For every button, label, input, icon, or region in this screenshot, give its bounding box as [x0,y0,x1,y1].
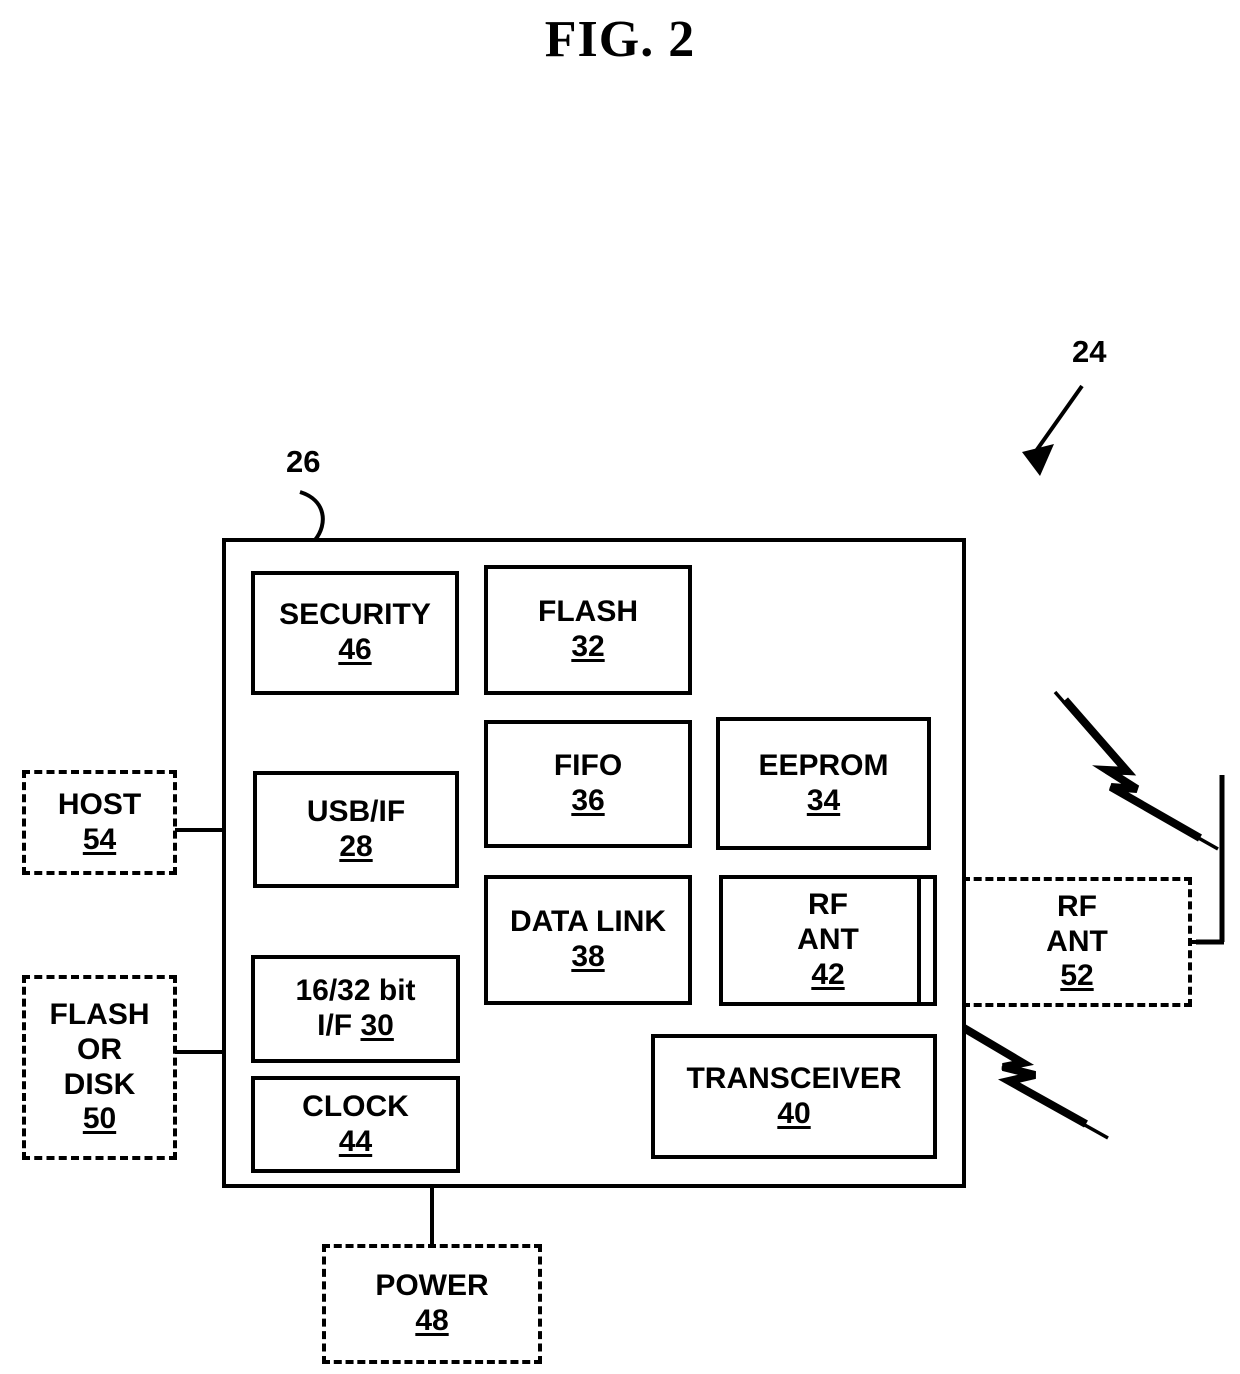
chip-block-16-32-bit-if[interactable]: 16/32 bit I/F 30 [251,955,460,1063]
leader-arrow-icon [1022,384,1084,476]
chip-block-transceiver-label: TRANSCEIVER [686,1061,902,1095]
leader-hook-icon [299,490,325,542]
external-block-rf-ant-52[interactable]: RF ANT 52 [962,877,1192,1007]
chip-block-clock-ref: 44 [338,1124,373,1158]
external-block-flash-or-disk-label-2: OR [77,1032,122,1066]
chip-block-security-ref: 46 [338,633,372,666]
external-block-flash-or-disk-label-3: DISK [63,1067,136,1101]
chip-block-flash-ref: 32 [571,630,605,663]
chip-block-data-link-ref: 38 [571,940,605,973]
connector-rfant52-to-antenna [1188,940,1224,944]
antenna-icon [1196,775,1225,945]
chip-block-usb-if[interactable]: USB/IF 28 [253,771,459,888]
connector-flashdisk-to-chip [175,1050,226,1054]
chip-block-rf-ant-42-label-2: ANT [797,923,859,957]
chip-block-eeprom-ref: 34 [806,783,841,817]
chip-block-eeprom-label: EEPROM [758,748,889,782]
external-block-rf-ant-52-label-1: RF [1057,889,1097,923]
chip-block-security[interactable]: SECURITY 46 [251,571,459,695]
chip-block-data-link-label: DATA LINK [509,905,667,939]
chip-block-flash-label: FLASH [538,595,638,629]
chip-block-rf-ant-42-ref: 42 [811,957,845,991]
reference-numeral-26: 26 [286,444,321,479]
chip-block-fifo-ref: 36 [571,784,605,817]
connector-host-to-chip [175,828,226,832]
external-block-host-ref: 54 [82,822,117,856]
chip-block-clock[interactable]: CLOCK 44 [251,1076,460,1173]
rf-ant-42-feed-divider [917,879,921,1002]
chip-block-rf-ant-42[interactable]: RF ANT 42 [719,875,937,1006]
external-block-rf-ant-52-ref: 52 [1060,959,1094,993]
external-block-rf-ant-52-label-2: ANT [1046,924,1108,958]
external-block-power-label: POWER [375,1269,489,1303]
external-block-host[interactable]: HOST 54 [22,770,177,875]
chip-block-eeprom[interactable]: EEPROM 34 [716,717,931,850]
chip-block-16-32-bit-if-prefix: I/F [317,1009,361,1042]
external-block-flash-or-disk-label-1: FLASH [49,997,150,1031]
external-block-power-ref: 48 [415,1304,449,1337]
chip-block-16-32-bit-if-sublabel: I/F 30 [317,1009,394,1044]
chip-block-flash[interactable]: FLASH 32 [484,565,692,695]
chip-block-transceiver[interactable]: TRANSCEIVER 40 [651,1034,937,1159]
chip-block-16-32-bit-if-label: 16/32 bit [295,974,416,1008]
figure-canvas: FIG. 2 24 26 HOST 54 FLASH OR DISK 50 RF… [0,0,1240,1374]
external-block-host-label: HOST [57,787,142,821]
chip-block-security-label: SECURITY [279,598,431,632]
chip-block-fifo[interactable]: FIFO 36 [484,720,692,848]
chip-block-usb-if-label: USB/IF [306,794,406,828]
external-block-flash-or-disk[interactable]: FLASH OR DISK 50 [22,975,177,1160]
chip-block-rf-ant-42-label-1: RF [808,888,848,922]
chip-block-usb-if-ref: 28 [339,829,373,863]
chip-block-clock-label: CLOCK [302,1089,409,1123]
connector-chip-to-power [430,1185,434,1246]
figure-title: FIG. 2 [544,11,696,68]
chip-block-16-32-bit-if-ref: 30 [360,1009,394,1042]
chip-block-data-link[interactable]: DATA LINK 38 [484,875,692,1005]
chip-block-transceiver-ref: 40 [777,1096,811,1130]
rf-signal-bolt-icon-upper [1053,690,1219,851]
chip-block-fifo-label: FIFO [553,749,623,783]
reference-numeral-24: 24 [1072,334,1107,369]
external-block-power[interactable]: POWER 48 [322,1244,542,1364]
external-block-flash-or-disk-ref: 50 [82,1102,117,1136]
